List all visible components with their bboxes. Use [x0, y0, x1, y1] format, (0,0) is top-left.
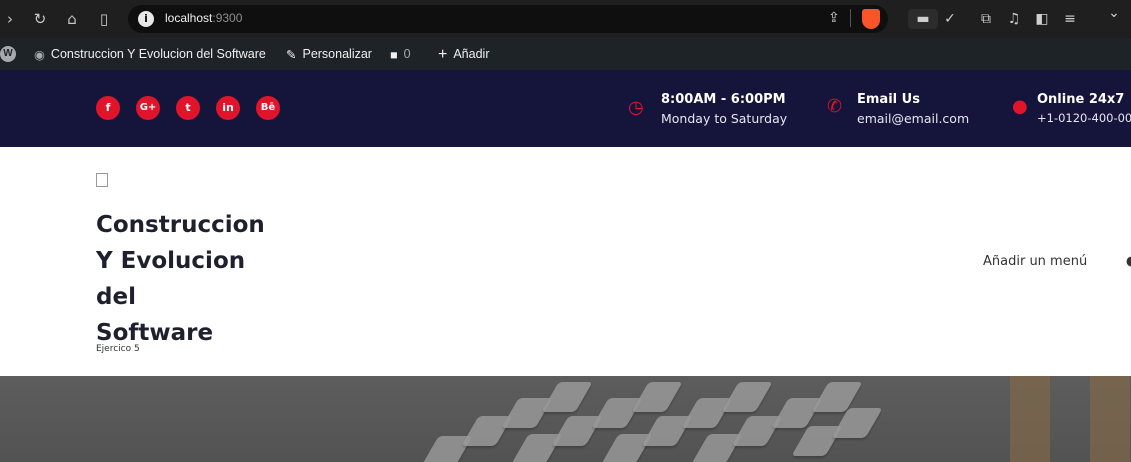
puzzle-icon[interactable]: ⧉	[976, 9, 996, 29]
twitter-icon[interactable]: t	[176, 96, 200, 120]
facebook-icon[interactable]: f	[96, 96, 120, 120]
menu-icon[interactable]: ≡	[1060, 9, 1080, 29]
broken-image-icon	[96, 173, 108, 187]
customize-label: Personalizar	[302, 47, 372, 61]
comments-link[interactable]: ■ 0	[390, 38, 411, 70]
online-phone[interactable]: +1-0120-400-00	[1037, 111, 1131, 125]
ux-extension-icon[interactable]: ✓	[940, 9, 960, 29]
home-icon[interactable]: ⌂	[62, 9, 82, 29]
hours-subtitle: Monday to Saturday	[661, 111, 788, 126]
hero-banner	[0, 376, 1131, 462]
brush-icon: ✎	[286, 47, 297, 62]
hero-overlay	[0, 376, 1131, 462]
contact-topbar: f G+ t in Bē ◷ 8:00AM - 6:00PM Monday to…	[0, 70, 1131, 147]
dashboard-icon: ◉	[34, 47, 45, 62]
location-pin-icon: ●	[1012, 96, 1028, 117]
site-tagline: Ejercico 5	[96, 344, 140, 354]
wp-admin-bar: W ◉ Construccion Y Evolucion del Software…	[0, 38, 1131, 70]
brave-shield-icon[interactable]	[862, 9, 880, 29]
bookmark-icon[interactable]: ▯	[94, 9, 114, 29]
share-icon[interactable]: ⇪	[828, 10, 840, 26]
email-title: Email Us	[857, 92, 920, 107]
wordpress-icon[interactable]: W	[0, 46, 16, 62]
add-new-label: Añadir	[453, 47, 490, 61]
site-logo[interactable]: Construccion Y Evolucion del Software	[96, 171, 265, 351]
site-header: Construccion Y Evolucion del Software Ej…	[0, 147, 1131, 376]
clock-icon: ◷	[628, 97, 644, 118]
divider	[850, 9, 851, 27]
hours-title: 8:00AM - 6:00PM	[661, 92, 786, 107]
reload-icon[interactable]: ↻	[30, 9, 50, 29]
media-icon[interactable]: ♫	[1004, 9, 1024, 29]
logo-alt-text: Construccion Y Evolucion del Software	[96, 212, 265, 346]
online-title: Online 24x7	[1037, 92, 1125, 107]
linkedin-icon[interactable]: in	[216, 96, 240, 120]
email-address[interactable]: email@email.com	[857, 111, 969, 126]
site-name-link[interactable]: ◉ Construccion Y Evolucion del Software	[34, 38, 266, 70]
chevron-down-icon[interactable]: ⌄	[1104, 3, 1124, 23]
forward-icon[interactable]: ›	[0, 9, 20, 29]
browser-toolbar: › ↻ ⌂ ▯ i localhost:9300 ⇪ ▬ ✓ ⧉ ♫ ◧ ≡ ⌄	[0, 0, 1131, 38]
extension-icon[interactable]: ▬	[908, 9, 938, 29]
google-plus-icon[interactable]: G+	[136, 96, 160, 120]
address-bar[interactable]: i localhost:9300 ⇪	[128, 5, 888, 33]
site-name-label: Construccion Y Evolucion del Software	[50, 47, 266, 61]
search-icon[interactable]: ◖	[1126, 254, 1131, 269]
behance-icon[interactable]: Bē	[256, 96, 280, 120]
plus-icon: +	[438, 45, 448, 63]
sidebar-icon[interactable]: ◧	[1032, 9, 1052, 29]
add-new-link[interactable]: + Añadir	[438, 38, 489, 70]
customize-link[interactable]: ✎ Personalizar	[286, 38, 372, 70]
phone-icon: ✆	[827, 96, 843, 117]
add-menu-link[interactable]: Añadir un menú	[983, 254, 1087, 269]
comment-icon: ■	[390, 47, 398, 62]
site-info-icon[interactable]: i	[138, 11, 154, 27]
url-text[interactable]: localhost:9300	[165, 11, 242, 25]
comments-count: 0	[403, 47, 411, 61]
